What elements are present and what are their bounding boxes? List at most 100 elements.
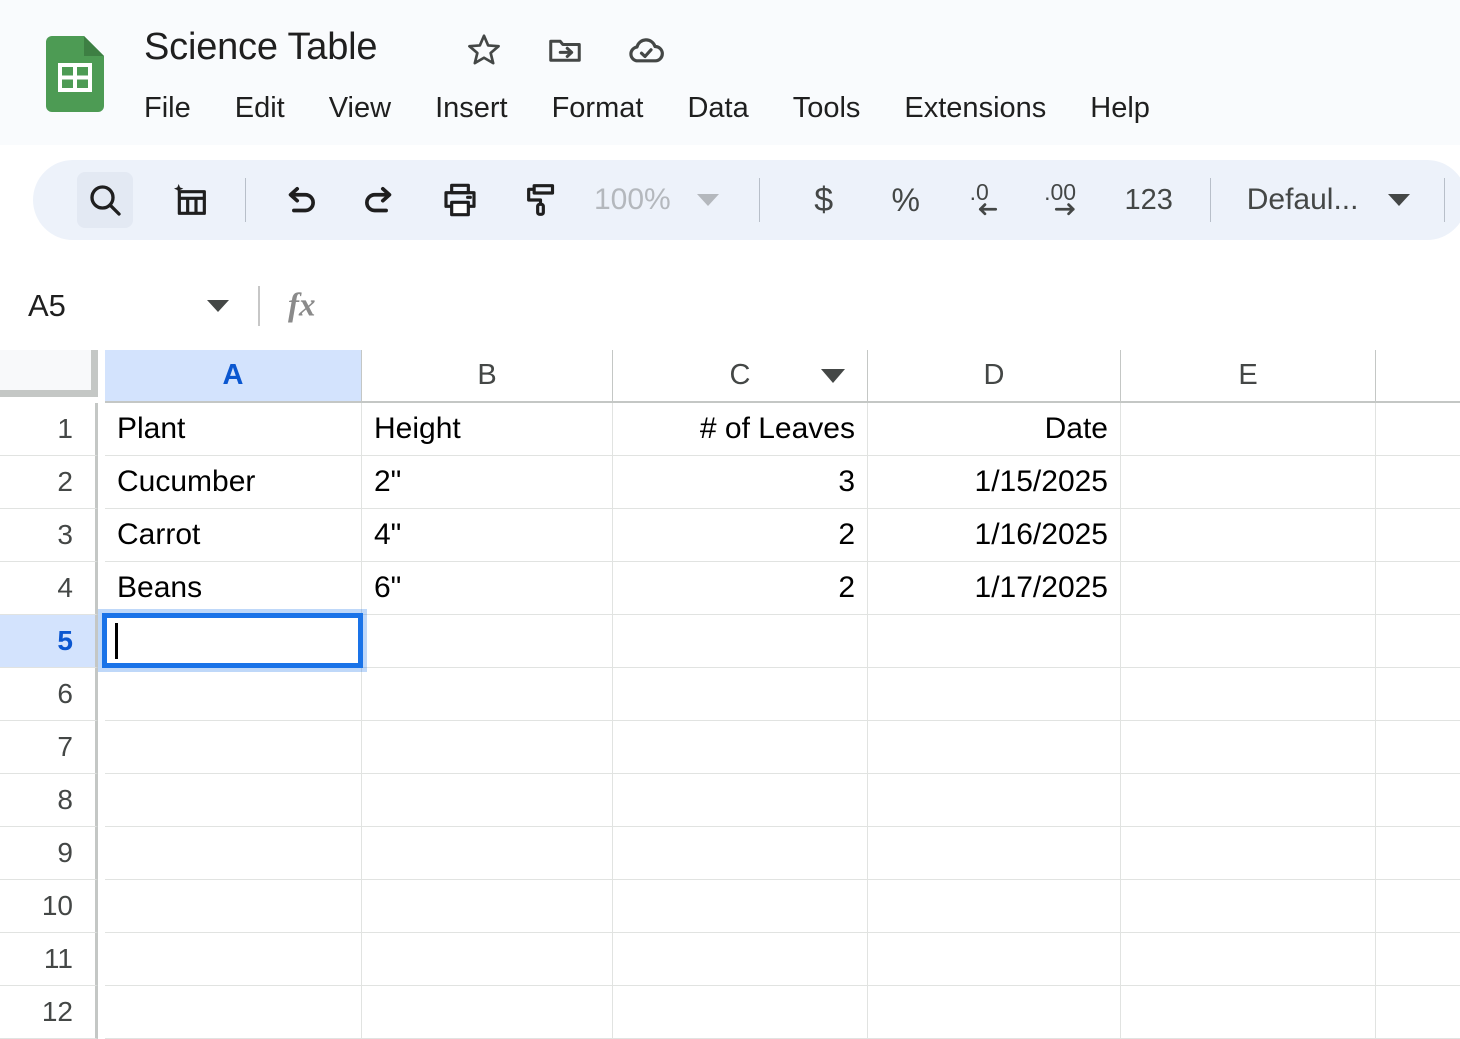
column-header-b[interactable]: B — [362, 350, 613, 403]
cell-C1[interactable]: # of Leaves — [613, 403, 868, 456]
row-header-9[interactable]: 9 — [0, 827, 98, 880]
cell-E10[interactable] — [1121, 880, 1376, 933]
cell-1[interactable] — [1376, 403, 1460, 456]
cell-A9[interactable] — [105, 827, 362, 880]
cell-E3[interactable] — [1121, 509, 1376, 562]
zoom-level-dropdown[interactable]: 100% — [594, 183, 719, 217]
star-icon[interactable] — [462, 28, 506, 72]
cell-A2[interactable]: Cucumber — [105, 456, 362, 509]
cell-A1[interactable]: Plant — [105, 403, 362, 456]
search-icon[interactable] — [77, 172, 133, 228]
cell-C4[interactable]: 2 — [613, 562, 868, 615]
cell-B9[interactable] — [362, 827, 613, 880]
column-header-e[interactable]: E — [1121, 350, 1376, 403]
row-header-8[interactable]: 8 — [0, 774, 98, 827]
cell-D7[interactable] — [868, 721, 1121, 774]
menu-item-file[interactable]: File — [144, 86, 213, 130]
cell-E7[interactable] — [1121, 721, 1376, 774]
cell-C5[interactable] — [613, 615, 868, 668]
cell-C2[interactable]: 3 — [613, 456, 868, 509]
document-title[interactable]: Science Table — [144, 26, 378, 69]
cell-11[interactable] — [1376, 933, 1460, 986]
decrease-decimal-button[interactable]: .0 — [960, 172, 1016, 228]
smart-table-icon[interactable] — [163, 172, 219, 228]
active-cell-A5[interactable] — [102, 613, 363, 668]
move-to-folder-icon[interactable] — [543, 28, 587, 72]
cell-9[interactable] — [1376, 827, 1460, 880]
cell-B10[interactable] — [362, 880, 613, 933]
cell-B3[interactable]: 4" — [362, 509, 613, 562]
redo-icon[interactable] — [352, 172, 408, 228]
row-header-2[interactable]: 2 — [0, 456, 98, 509]
cell-6[interactable] — [1376, 668, 1460, 721]
percent-format-button[interactable]: % — [878, 172, 934, 228]
cell-B5[interactable] — [362, 615, 613, 668]
cell-A6[interactable] — [105, 668, 362, 721]
cell-2[interactable] — [1376, 456, 1460, 509]
cell-D2[interactable]: 1/15/2025 — [868, 456, 1121, 509]
row-header-6[interactable]: 6 — [0, 668, 98, 721]
name-box[interactable]: A5 — [0, 262, 248, 350]
cell-B8[interactable] — [362, 774, 613, 827]
cell-A10[interactable] — [105, 880, 362, 933]
cell-C12[interactable] — [613, 986, 868, 1039]
increase-decimal-button[interactable]: .00 — [1036, 172, 1092, 228]
cell-B12[interactable] — [362, 986, 613, 1039]
menu-item-help[interactable]: Help — [1068, 86, 1172, 130]
cell-12[interactable] — [1376, 986, 1460, 1039]
cell-3[interactable] — [1376, 509, 1460, 562]
select-all-corner[interactable] — [0, 350, 98, 397]
row-header-10[interactable]: 10 — [0, 880, 98, 933]
cell-D1[interactable]: Date — [868, 403, 1121, 456]
paint-format-icon[interactable] — [512, 172, 568, 228]
number-format-button[interactable]: 123 — [1112, 172, 1186, 228]
cell-B4[interactable]: 6" — [362, 562, 613, 615]
cell-C8[interactable] — [613, 774, 868, 827]
column-header-d[interactable]: D — [868, 350, 1121, 403]
cell-B6[interactable] — [362, 668, 613, 721]
cell-E1[interactable] — [1121, 403, 1376, 456]
cell-C11[interactable] — [613, 933, 868, 986]
cell-C7[interactable] — [613, 721, 868, 774]
cell-E4[interactable] — [1121, 562, 1376, 615]
cell-D11[interactable] — [868, 933, 1121, 986]
cell-10[interactable] — [1376, 880, 1460, 933]
cell-A4[interactable]: Beans — [105, 562, 362, 615]
cell-7[interactable] — [1376, 721, 1460, 774]
cell-E12[interactable] — [1121, 986, 1376, 1039]
menu-item-extensions[interactable]: Extensions — [882, 86, 1068, 130]
row-header-4[interactable]: 4 — [0, 562, 98, 615]
row-header-1[interactable]: 1 — [0, 403, 98, 456]
cell-8[interactable] — [1376, 774, 1460, 827]
font-family-dropdown[interactable]: Defaul... — [1247, 183, 1411, 217]
cell-E9[interactable] — [1121, 827, 1376, 880]
row-header-11[interactable]: 11 — [0, 933, 98, 986]
cell-D12[interactable] — [868, 986, 1121, 1039]
menu-item-insert[interactable]: Insert — [413, 86, 530, 130]
cell-D3[interactable]: 1/16/2025 — [868, 509, 1121, 562]
cell-C6[interactable] — [613, 668, 868, 721]
cell-D6[interactable] — [868, 668, 1121, 721]
column-header-c[interactable]: C — [613, 350, 868, 403]
menu-item-view[interactable]: View — [307, 86, 413, 130]
cell-C9[interactable] — [613, 827, 868, 880]
cell-A8[interactable] — [105, 774, 362, 827]
cell-D10[interactable] — [868, 880, 1121, 933]
cell-E8[interactable] — [1121, 774, 1376, 827]
cell-D9[interactable] — [868, 827, 1121, 880]
undo-icon[interactable] — [272, 172, 328, 228]
cloud-saved-icon[interactable] — [624, 28, 668, 72]
cell-A12[interactable] — [105, 986, 362, 1039]
menu-item-format[interactable]: Format — [530, 86, 666, 130]
cell-B2[interactable]: 2" — [362, 456, 613, 509]
cell-E11[interactable] — [1121, 933, 1376, 986]
cell-A7[interactable] — [105, 721, 362, 774]
cell-C3[interactable]: 2 — [613, 509, 868, 562]
cell-E2[interactable] — [1121, 456, 1376, 509]
menu-item-tools[interactable]: Tools — [771, 86, 883, 130]
formula-input[interactable] — [340, 262, 1450, 350]
cell-C10[interactable] — [613, 880, 868, 933]
row-header-5[interactable]: 5 — [0, 615, 98, 668]
cell-B7[interactable] — [362, 721, 613, 774]
cell-5[interactable] — [1376, 615, 1460, 668]
